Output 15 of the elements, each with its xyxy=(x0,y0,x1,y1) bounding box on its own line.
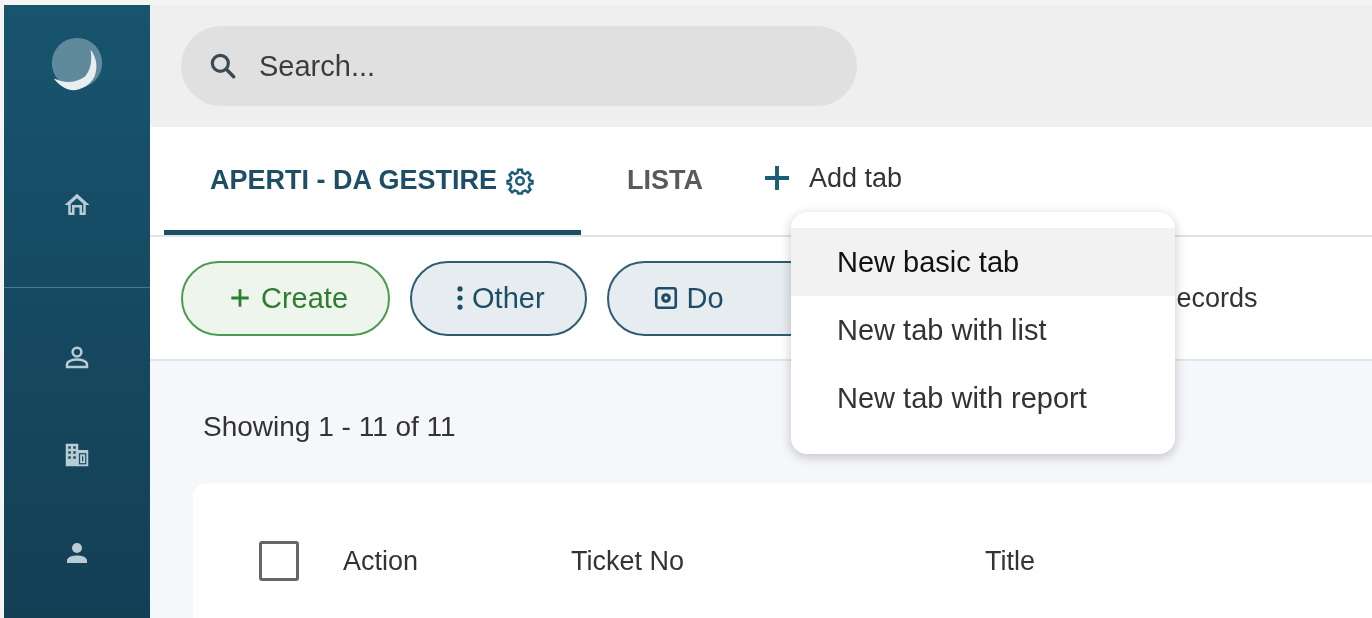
tab[interactable]: LISTA xyxy=(581,127,750,235)
create-button[interactable]: Create xyxy=(181,260,391,336)
results-summary: Showing 1 - 11 of 11 xyxy=(203,411,457,443)
menu-item[interactable]: New basic tab xyxy=(791,228,1175,296)
select-all-checkbox[interactable] xyxy=(259,541,299,581)
column-header[interactable]: Title xyxy=(985,545,1035,577)
other-button[interactable]: Other xyxy=(410,260,587,336)
menu-item[interactable]: New tab with report xyxy=(791,364,1175,432)
column-header[interactable]: Ticket No xyxy=(571,545,985,577)
records-count: ecords xyxy=(1176,282,1258,314)
more-vertical-icon xyxy=(456,285,465,311)
tab[interactable]: APERTI - DA GESTIRE xyxy=(164,127,582,235)
gear-box-icon xyxy=(652,285,679,311)
column-header[interactable]: Action xyxy=(343,545,571,577)
search-field[interactable]: Search... xyxy=(181,26,857,106)
